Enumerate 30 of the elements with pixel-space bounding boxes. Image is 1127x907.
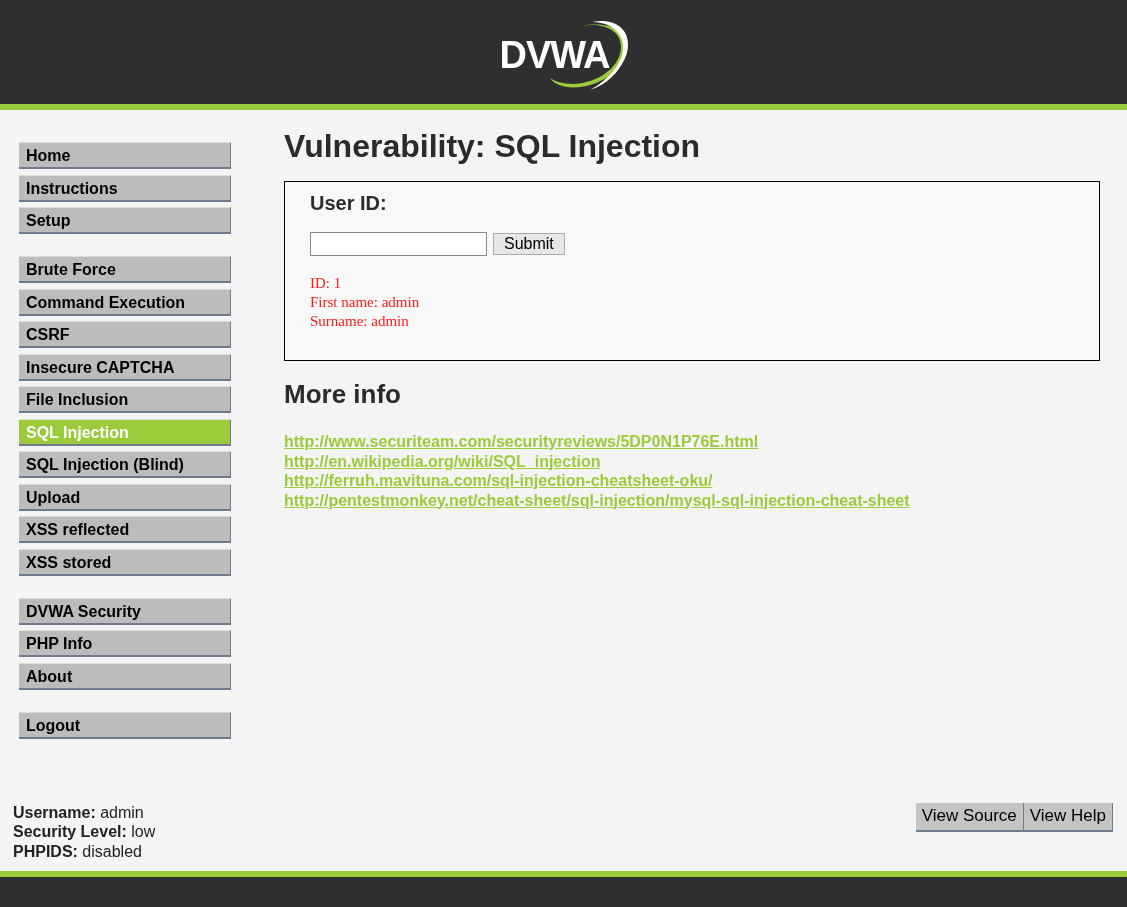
result-line: ID: 1 <box>310 274 343 293</box>
footer-button[interactable]: View Help <box>1023 802 1113 832</box>
menu-item[interactable]: Brute Force <box>19 256 231 283</box>
status-line: Security Level: low <box>13 822 156 842</box>
result-line: First name: admin <box>310 293 421 312</box>
result-line: Surname: admin <box>310 312 410 331</box>
status-line: Username: admin <box>13 802 145 822</box>
menu-item[interactable]: Instructions <box>19 174 231 202</box>
page-title: Vulnerability: SQL Injection <box>284 128 702 165</box>
menu-item[interactable]: Upload <box>19 483 231 511</box>
menu-item[interactable]: Logout <box>19 711 231 739</box>
menu-item[interactable]: Command Execution <box>19 288 231 316</box>
menu-item[interactable]: DVWA Security <box>19 597 231 625</box>
field-label: User ID: <box>310 192 388 215</box>
menu-item[interactable]: PHP Info <box>19 630 231 657</box>
menu-item[interactable]: Setup <box>19 207 231 234</box>
menu-item[interactable]: About <box>19 662 231 690</box>
section-title: More info <box>284 379 402 410</box>
footer-button[interactable]: View Source <box>915 802 1024 832</box>
logo-text: DVWA <box>499 34 610 77</box>
status-line: PHPIDS: disabled <box>13 841 143 861</box>
menu-item[interactable]: Insecure CAPTCHA <box>19 353 231 381</box>
menu-item[interactable]: SQL Injection (Blind) <box>19 451 231 478</box>
menu-item[interactable]: CSRF <box>19 321 231 348</box>
user-id-field[interactable] <box>310 232 487 256</box>
menu-item[interactable]: File Inclusion <box>19 386 231 413</box>
submit-button[interactable]: Submit <box>493 233 565 255</box>
menu-item[interactable]: Home <box>19 142 231 169</box>
menu-item[interactable]: XSS stored <box>19 548 231 576</box>
menu-item[interactable]: XSS reflected <box>19 516 231 543</box>
